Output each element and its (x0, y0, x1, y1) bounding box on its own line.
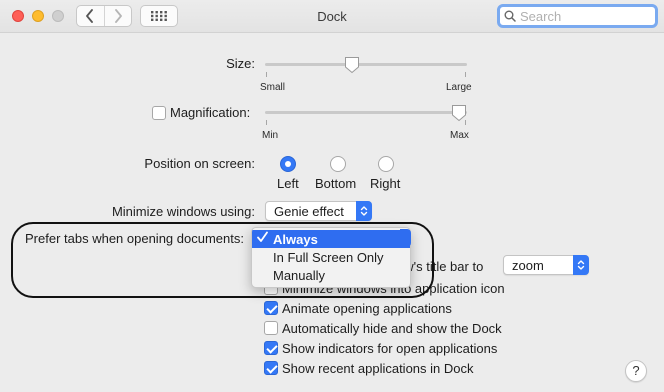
magnification-label: Magnification: (170, 105, 251, 120)
size-slider-thumb[interactable] (344, 56, 360, 74)
position-right-label: Right (370, 176, 401, 191)
menu-item-full-screen-only[interactable]: In Full Screen Only (252, 248, 410, 266)
popup-stepper-icon (573, 255, 589, 275)
animate-opening-checkbox[interactable] (264, 301, 278, 315)
prefer-tabs-label: Prefer tabs when opening documents: (25, 231, 244, 246)
position-bottom-label: Bottom (315, 176, 357, 191)
position-bottom-radio[interactable] (330, 156, 346, 172)
position-right-radio[interactable] (378, 156, 394, 172)
position-label: Position on screen: (144, 156, 255, 171)
show-indicators-checkbox[interactable] (264, 341, 278, 355)
magnification-max-label: Max (450, 130, 469, 141)
prefer-tabs-popup-highlight[interactable] (400, 229, 411, 247)
position-left-label: Left (277, 176, 299, 191)
prefer-tabs-menu: Always In Full Screen Only Manually (251, 227, 411, 288)
double-click-action-popup[interactable]: zoom (503, 255, 589, 275)
magnification-slider-thumb[interactable] (451, 104, 467, 122)
size-label: Size: (226, 56, 255, 71)
show-recent-apps-label: Show recent applications in Dock (282, 361, 474, 376)
show-indicators-label: Show indicators for open applications (282, 341, 498, 356)
auto-hide-dock-label: Automatically hide and show the Dock (282, 321, 502, 336)
size-max-label: Large (446, 82, 472, 93)
minimize-effect-popup[interactable]: Genie effect (265, 201, 372, 221)
menu-item-always-label: Always (273, 232, 318, 247)
minimize-effect-value: Genie effect (274, 204, 344, 219)
magnification-tick-min (266, 120, 267, 125)
magnification-min-label: Min (262, 130, 279, 141)
checkmark-icon (257, 231, 268, 246)
menu-item-manually-label: Manually (273, 268, 326, 283)
show-recent-apps-checkbox[interactable] (264, 361, 278, 375)
animate-opening-label: Animate opening applications (282, 301, 452, 316)
magnification-slider-track[interactable] (265, 111, 467, 114)
search-field[interactable] (497, 4, 658, 28)
popup-stepper-icon (356, 201, 372, 221)
menu-item-full-screen-only-label: In Full Screen Only (273, 250, 384, 265)
title-bar: Dock (0, 0, 664, 33)
auto-hide-dock-checkbox[interactable] (264, 321, 278, 335)
size-min-label: Small (260, 82, 286, 93)
search-input[interactable] (520, 8, 650, 24)
search-icon (504, 10, 516, 22)
size-tick-min (266, 72, 267, 77)
minimize-label: Minimize windows using: (111, 204, 255, 219)
help-button[interactable]: ? (625, 360, 647, 382)
position-left-radio[interactable] (280, 156, 296, 172)
menu-item-manually[interactable]: Manually (252, 266, 410, 284)
double-click-action-value: zoom (512, 258, 544, 273)
size-tick-max (465, 72, 466, 77)
size-slider-track[interactable] (265, 63, 467, 66)
magnification-checkbox[interactable] (152, 106, 166, 120)
menu-item-always[interactable]: Always (252, 230, 410, 248)
